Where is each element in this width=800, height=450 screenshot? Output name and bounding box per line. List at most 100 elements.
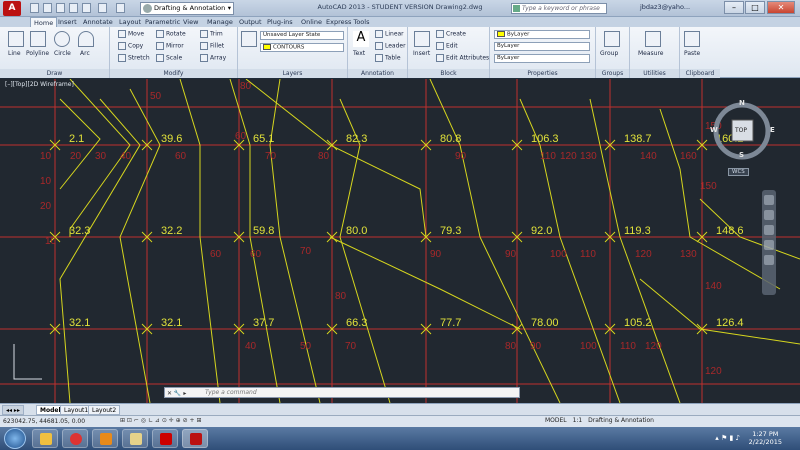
layers-panel-title[interactable]: Layers — [238, 69, 347, 78]
circle-icon[interactable] — [54, 31, 70, 47]
tab-home[interactable]: Home — [30, 17, 58, 27]
trim-button[interactable]: Trim — [200, 30, 223, 38]
pan-icon[interactable] — [764, 210, 774, 220]
insert-icon[interactable] — [414, 31, 430, 47]
save-icon[interactable] — [56, 3, 65, 13]
block-panel-title[interactable]: Block — [408, 69, 489, 78]
tab-annotate[interactable]: Annotate — [80, 17, 116, 27]
modify-panel-title[interactable]: Modify — [110, 69, 237, 78]
edit-block-button[interactable]: Edit — [436, 42, 458, 50]
zoom-icon[interactable] — [764, 225, 774, 235]
command-line-icons[interactable]: ✕ 🔧 ▸ — [167, 389, 186, 398]
tab-view[interactable]: View — [180, 17, 201, 27]
elevation-label: 65.1 — [253, 133, 274, 145]
text-icon[interactable]: A — [353, 31, 369, 47]
user-account[interactable]: jbdaz3@yaho... — [640, 3, 690, 11]
line-icon[interactable] — [8, 31, 24, 47]
annotation-panel-title[interactable]: Annotation — [348, 69, 407, 78]
taskbar-media-player[interactable] — [92, 429, 118, 448]
fillet-button[interactable]: Fillet — [200, 42, 224, 50]
utilities-panel-title[interactable]: Utilities — [630, 69, 679, 78]
search-input[interactable]: Type a keyword or phrase — [511, 3, 607, 14]
navigation-bar[interactable] — [762, 190, 776, 295]
maximize-button[interactable]: □ — [745, 1, 765, 14]
redo-icon[interactable] — [116, 3, 125, 13]
tab-manage[interactable]: Manage — [204, 17, 236, 27]
rotate-button[interactable]: Rotate — [156, 30, 186, 38]
arc-icon[interactable] — [78, 31, 94, 47]
linetype-dropdown[interactable]: ByLayer — [494, 54, 590, 63]
wcs-menu[interactable]: WCS — [728, 168, 749, 176]
showmotion-icon[interactable] — [764, 255, 774, 265]
workspace-dropdown[interactable]: Drafting & Annotation ▾ — [140, 2, 234, 15]
paste-icon[interactable] — [684, 31, 700, 47]
table-button[interactable]: Table — [375, 54, 401, 62]
tab-parametric[interactable]: Parametric — [142, 17, 183, 27]
model-space-canvas[interactable]: 2.1 39.6 65.1 82.3 80.8 106.3 138.7 160.2 32.3 32… — [0, 79, 800, 403]
move-button[interactable]: Move — [118, 30, 144, 38]
move-label: Move — [128, 30, 145, 38]
coordinate-readout[interactable]: 623042.75, 44681.05, 0.00 — [3, 418, 85, 425]
taskbar-autocad[interactable] — [182, 429, 208, 448]
command-input[interactable]: ✕ 🔧 ▸ Type a command — [164, 387, 520, 398]
drafting-toggles[interactable]: ⊞ ⊡ ⌐ ◎ ∟ ⊿ ⊙ ✛ ⊕ ⊘ + ⊞ — [120, 417, 202, 424]
viewcube-east[interactable]: E — [770, 126, 775, 134]
copy-button[interactable]: Copy — [118, 42, 143, 50]
mirror-button[interactable]: Mirror — [156, 42, 184, 50]
tab-layout2[interactable]: Layout2 — [88, 405, 121, 415]
viewcube-west[interactable]: W — [710, 126, 718, 134]
scale-button[interactable]: Scale — [156, 54, 182, 62]
tab-plug-ins[interactable]: Plug-ins — [264, 17, 296, 27]
viewcube-south[interactable]: S — [739, 151, 744, 159]
steering-wheel-icon[interactable] — [764, 195, 774, 205]
layer-state-dropdown[interactable]: Unsaved Layer State — [260, 31, 344, 40]
layer-dropdown[interactable]: CONTOURS — [260, 43, 344, 52]
model-space-toggle[interactable]: MODEL — [545, 417, 567, 424]
undo-icon[interactable] — [98, 3, 107, 13]
properties-panel-title[interactable]: Properties — [490, 69, 595, 78]
tab-layout[interactable]: Layout — [116, 17, 144, 27]
taskbar-acrobat[interactable] — [152, 429, 178, 448]
lineweight-dropdown[interactable]: ByLayer — [494, 42, 590, 51]
tab-online[interactable]: Online — [298, 17, 325, 27]
measure-icon[interactable] — [645, 31, 661, 47]
application-menu-button[interactable]: A — [3, 1, 21, 16]
start-button[interactable] — [4, 428, 26, 449]
tab-scroll-arrows[interactable]: ◂◂ ▸▸ — [2, 405, 24, 415]
draw-panel-title[interactable]: Draw — [0, 69, 109, 78]
tab-insert[interactable]: Insert — [55, 17, 80, 27]
clipboard-panel-title[interactable]: Clipboard — [680, 69, 720, 78]
open-icon[interactable] — [43, 3, 52, 13]
viewcube-north[interactable]: N — [739, 99, 745, 107]
new-icon[interactable] — [30, 3, 39, 13]
system-tray[interactable]: ▴ ⚑ ▮ ♪ — [715, 434, 740, 442]
groups-panel-title[interactable]: Groups — [596, 69, 629, 78]
viewcube[interactable]: N S W E TOP — [708, 99, 778, 169]
group-icon[interactable] — [604, 31, 620, 47]
tab-output[interactable]: Output — [236, 17, 265, 27]
array-button[interactable]: Array — [200, 54, 226, 62]
tab-express-tools[interactable]: Express Tools — [323, 17, 372, 27]
viewcube-top-face[interactable]: TOP — [735, 127, 747, 134]
layer-properties-icon[interactable] — [241, 31, 257, 47]
stretch-button[interactable]: Stretch — [118, 54, 150, 62]
minimize-button[interactable]: – — [724, 1, 744, 14]
gear-icon — [143, 4, 152, 13]
save-as-icon[interactable] — [69, 3, 78, 13]
taskbar-explorer[interactable] — [32, 429, 58, 448]
color-dropdown[interactable]: ByLayer — [494, 30, 590, 39]
plot-icon[interactable] — [82, 3, 91, 13]
viewport-controls[interactable]: [–][Top][2D Wireframe] — [5, 81, 74, 88]
taskbar-file-manager[interactable] — [122, 429, 148, 448]
leader-button[interactable]: Leader — [375, 42, 406, 50]
workspace-switch[interactable]: Drafting & Annotation — [588, 417, 654, 424]
taskbar-chrome[interactable] — [62, 429, 88, 448]
create-block-button[interactable]: Create — [436, 30, 466, 38]
edit-attributes-button[interactable]: Edit Attributes — [436, 54, 489, 62]
taskbar-clock[interactable]: 1:27 PM 2/22/2015 — [749, 430, 782, 446]
polyline-icon[interactable] — [30, 31, 46, 47]
linear-button[interactable]: Linear — [375, 30, 404, 38]
orbit-icon[interactable] — [764, 240, 774, 250]
close-button[interactable]: ✕ — [767, 1, 795, 14]
annotation-scale[interactable]: 1:1 — [573, 417, 583, 424]
